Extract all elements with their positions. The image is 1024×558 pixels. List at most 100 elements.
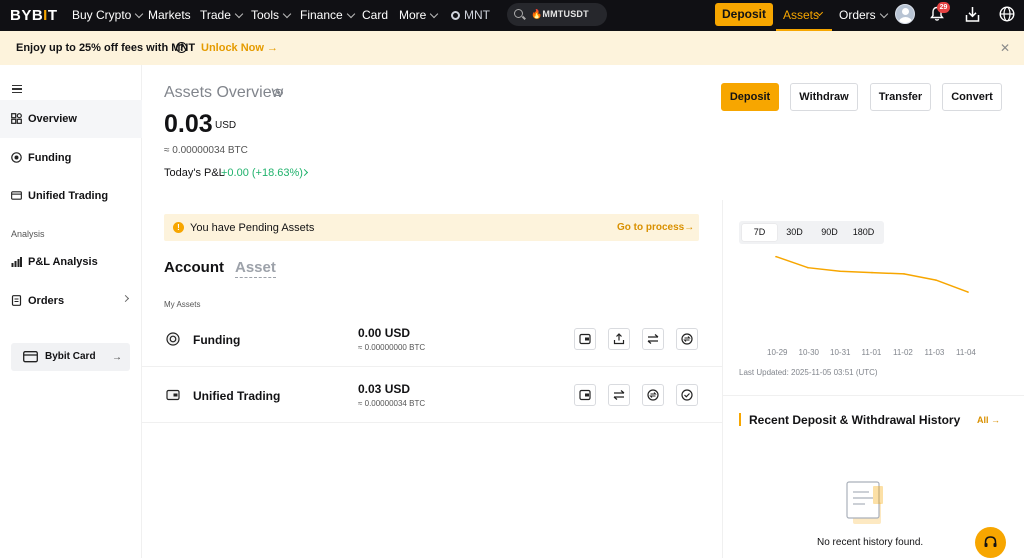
trend-point: [807, 266, 809, 269]
x-tick-label: 10-29: [767, 348, 788, 357]
pnl-label: Today's P&L: [164, 167, 225, 179]
transfer-icon-button[interactable]: [642, 328, 664, 350]
range-30d-tab[interactable]: 30D: [777, 224, 812, 241]
transfer-button[interactable]: Transfer: [870, 83, 931, 111]
range-180d-tab[interactable]: 180D: [846, 224, 881, 241]
promo-banner: Enjoy up to 25% off fees with MNT ? Unlo…: [0, 31, 1024, 65]
mnt-link[interactable]: MNT: [451, 8, 490, 22]
range-7d-tab[interactable]: 7D: [742, 224, 777, 241]
trend-point: [967, 291, 969, 293]
sidebar-item-unified-trading[interactable]: Unified Trading: [0, 177, 142, 215]
sidebar-item-label: Unified Trading: [28, 190, 109, 202]
mnt-label: MNT: [464, 8, 490, 22]
convert-icon: [681, 333, 693, 345]
asset-trend-chart[interactable]: [760, 246, 990, 346]
nav-more-label: More: [399, 8, 427, 22]
tab-account[interactable]: Account: [164, 259, 224, 276]
asset-value: 0.03 USD: [358, 382, 411, 396]
sidebar-item-orders[interactable]: Orders: [0, 282, 142, 320]
withdraw-icon-button[interactable]: [608, 328, 630, 350]
chevron-down-icon: [234, 9, 244, 19]
asset-row-unified-trading[interactable]: Unified Trading 0.03 USD ≈ 0.00000034 BT…: [142, 367, 722, 423]
menu-collapse-icon[interactable]: [12, 85, 22, 93]
nav-tools-label: Tools: [251, 8, 280, 22]
check-circle-icon: [681, 389, 693, 401]
x-tick-label: 11-01: [861, 348, 882, 357]
orders-icon: [11, 295, 22, 306]
empty-state-illustration: [846, 481, 883, 524]
convert-button[interactable]: Convert: [942, 83, 1002, 111]
asset-name: Unified Trading: [193, 389, 281, 403]
convert-icon-button[interactable]: [676, 328, 698, 350]
sidebar-item-overview[interactable]: Overview: [0, 100, 142, 138]
close-icon[interactable]: ✕: [1000, 41, 1010, 55]
deposit-button[interactable]: Deposit: [721, 83, 779, 111]
total-balance: 0.03: [164, 110, 213, 138]
nav-deposit-button[interactable]: Deposit: [715, 3, 773, 26]
trend-point: [775, 255, 777, 258]
arrow-right-icon: →: [112, 352, 122, 363]
x-tick-label: 11-04: [956, 348, 976, 357]
trend-point: [839, 270, 841, 273]
pnl-value[interactable]: +0.00 (+18.63%): [221, 167, 303, 179]
nav-trade-label: Trade: [200, 8, 231, 22]
bybit-logo[interactable]: BYBIT: [10, 7, 58, 24]
range-90d-tab[interactable]: 90D: [812, 224, 847, 241]
pending-assets-text: You have Pending Assets: [190, 222, 315, 234]
nav-finance-label: Finance: [300, 8, 343, 22]
eye-icon[interactable]: [273, 89, 283, 96]
nav-more[interactable]: More: [399, 8, 439, 22]
nav-orders-label: Orders: [839, 8, 876, 22]
chevron-down-icon: [282, 9, 292, 19]
nav-markets[interactable]: Markets: [148, 8, 191, 22]
arrow-right-icon: →: [684, 222, 695, 233]
balance-btc-equivalent: ≈ 0.00000034 BTC: [164, 145, 248, 156]
globe-icon[interactable]: [999, 6, 1015, 22]
nav-assets-tab[interactable]: Assets: [776, 0, 832, 31]
nav-tools[interactable]: Tools: [251, 8, 292, 22]
sidebar-item-label: Orders: [28, 295, 65, 307]
support-chat-button[interactable]: [975, 527, 1006, 558]
sidebar-item-pnl-analysis[interactable]: P&L Analysis: [0, 243, 142, 281]
arrow-right-icon: →: [988, 415, 1001, 425]
chevron-down-icon: [135, 9, 144, 19]
convert-icon-button[interactable]: [642, 384, 664, 406]
go-to-process-link[interactable]: Go to process→: [617, 222, 694, 233]
asset-btc-value: ≈ 0.00000000 BTC: [358, 343, 426, 352]
sidebar-item-label: Overview: [28, 113, 77, 125]
my-assets-label: My Assets: [164, 300, 201, 309]
download-icon[interactable]: [965, 6, 980, 23]
unified-trading-icon: [166, 389, 180, 401]
unlock-now-link[interactable]: Unlock Now →: [201, 42, 278, 54]
deposit-icon-button[interactable]: [574, 384, 596, 406]
bybit-card-link[interactable]: Bybit Card →: [11, 343, 130, 371]
nav-trade[interactable]: Trade: [200, 8, 244, 22]
asset-row-funding[interactable]: Funding 0.00 USD ≈ 0.00000000 BTC: [142, 311, 722, 367]
user-avatar[interactable]: [895, 4, 915, 24]
nav-buy-crypto[interactable]: Buy Crypto: [72, 8, 144, 22]
transfer-icon-button[interactable]: [608, 384, 630, 406]
deposit-icon-button[interactable]: [574, 328, 596, 350]
asset-value: 0.00 USD: [358, 326, 411, 340]
view-all-history-link[interactable]: All →: [977, 415, 1000, 425]
nav-card-label: Card: [362, 8, 389, 22]
headset-icon: [984, 536, 997, 547]
view-all-label: All: [977, 415, 989, 425]
tab-asset[interactable]: Asset: [235, 259, 276, 278]
search-value: 🔥MMTUSDT: [531, 9, 589, 19]
funding-icon: [11, 152, 22, 163]
transfer-icon: [647, 334, 659, 344]
withdraw-button[interactable]: Withdraw: [790, 83, 858, 111]
x-tick-label: 10-31: [830, 348, 851, 357]
help-icon[interactable]: ?: [176, 42, 187, 53]
unified-trading-icon: [11, 191, 22, 200]
nav-finance[interactable]: Finance: [300, 8, 355, 22]
x-tick-label: 11-02: [893, 348, 913, 357]
more-actions-icon-button[interactable]: [676, 384, 698, 406]
sidebar-item-funding[interactable]: Funding: [0, 139, 142, 177]
nav-card[interactable]: Card: [362, 8, 388, 22]
search-input[interactable]: 🔥MMTUSDT: [507, 3, 607, 26]
nav-orders[interactable]: Orders: [839, 8, 888, 22]
arrow-right-icon: →: [263, 42, 279, 54]
mnt-coin-icon: [451, 11, 460, 20]
